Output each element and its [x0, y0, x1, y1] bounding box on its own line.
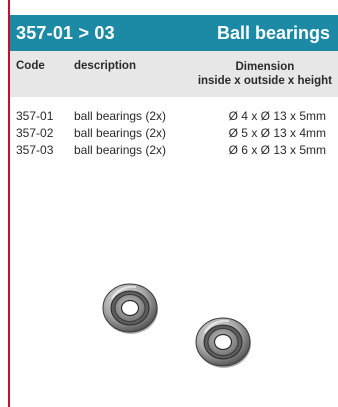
table-row: 357-01 ball bearings (2x) Ø 4 x Ø 13 x 5…	[10, 108, 338, 125]
code-range: 357-01 > 03	[16, 23, 115, 43]
ball-bearing-image	[195, 317, 251, 368]
column-dimension-subtitle: inside x outside x height	[197, 75, 332, 87]
row-description: ball bearings (2x)	[74, 126, 167, 140]
row-description: ball bearings (2x)	[74, 143, 167, 157]
row-dimension: Ø 5 x Ø 13 x 4mm	[228, 126, 326, 140]
row-code: 357-02	[16, 126, 54, 140]
table-row: 357-03 ball bearings (2x) Ø 6 x Ø 13 x 5…	[10, 142, 338, 159]
row-code: 357-03	[16, 143, 54, 157]
row-dimension: Ø 4 x Ø 13 x 5mm	[228, 109, 326, 123]
table-row: 357-02 ball bearings (2x) Ø 5 x Ø 13 x 4…	[10, 125, 338, 142]
row-code: 357-01	[16, 109, 54, 123]
ball-bearing-image	[102, 283, 158, 334]
section-title: Ball bearings	[216, 23, 330, 43]
section-header: 357-01 > 03 Ball bearings	[10, 15, 338, 51]
column-header: Code description Dimension inside x outs…	[10, 51, 338, 97]
product-table: 357-01 ball bearings (2x) Ø 4 x Ø 13 x 5…	[10, 108, 338, 159]
column-code: Code	[16, 60, 45, 72]
row-dimension: Ø 6 x Ø 13 x 5mm	[228, 143, 326, 157]
row-description: ball bearings (2x)	[74, 109, 167, 123]
catalog-page: 357-01 > 03 Ball bearings Code descripti…	[0, 0, 338, 407]
column-description: description	[74, 60, 136, 72]
column-dimension-title: Dimension	[235, 61, 295, 73]
column-dimension: Dimension inside x outside x height	[198, 60, 332, 88]
